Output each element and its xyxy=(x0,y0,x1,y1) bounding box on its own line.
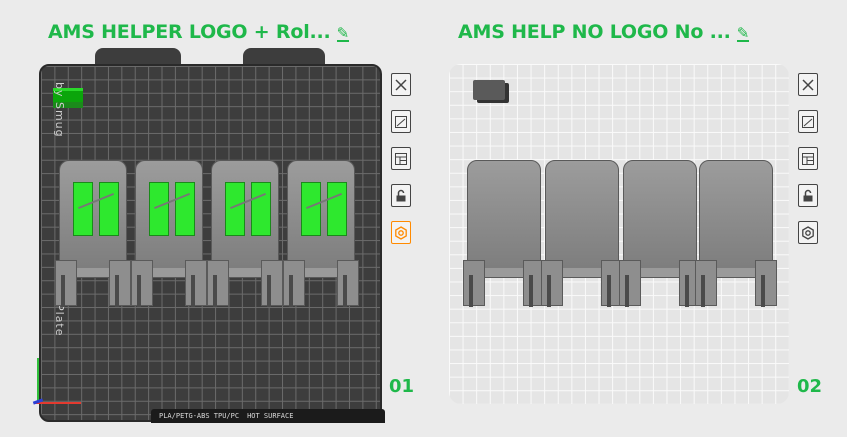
close-icon xyxy=(802,78,814,91)
plate-settings-button[interactable] xyxy=(391,221,411,244)
close-button[interactable] xyxy=(798,73,818,96)
pencil-icon[interactable]: ✎ xyxy=(336,25,349,42)
logo-window xyxy=(251,182,271,236)
plate-2-toolbar xyxy=(798,73,818,244)
holder-body xyxy=(467,160,541,272)
holder-leg xyxy=(755,260,777,307)
hot-surface-label: HOT SURFACE xyxy=(247,412,294,420)
lock-icon xyxy=(396,189,406,201)
plate-2-title-text: AMS HELP NO LOGO No ... xyxy=(458,21,731,43)
logo-window xyxy=(301,182,321,236)
logo-window xyxy=(73,182,93,236)
holder-body xyxy=(545,160,619,272)
arrange-button[interactable] xyxy=(798,147,818,170)
logo-window xyxy=(225,182,245,236)
lock-icon xyxy=(803,189,813,201)
holder-leg xyxy=(337,260,359,307)
logo-window xyxy=(327,182,347,236)
close-button[interactable] xyxy=(391,73,411,96)
holder-leg xyxy=(695,260,717,307)
pencil-icon[interactable]: ✎ xyxy=(736,25,749,42)
logo-window xyxy=(149,182,169,236)
holder-leg xyxy=(207,260,229,307)
lock-button[interactable] xyxy=(391,184,411,207)
plate-2-title: AMS HELP NO LOGO No ... ✎ xyxy=(458,19,749,45)
holder-leg xyxy=(541,260,563,307)
holder-legs xyxy=(695,260,777,307)
auto-orient-icon xyxy=(395,115,407,128)
holder-legs xyxy=(463,260,545,307)
holder-leg xyxy=(619,260,641,307)
holder-leg xyxy=(131,260,153,307)
arrange-icon xyxy=(395,152,407,165)
settings-hex-icon xyxy=(802,225,814,240)
arrange-icon xyxy=(802,152,814,165)
holder-body xyxy=(623,160,697,272)
holder-legs xyxy=(131,260,207,307)
settings-hex-icon xyxy=(395,225,407,240)
auto-orient-button[interactable] xyxy=(798,110,818,133)
plate-1-vertical-text-bottom: Plate xyxy=(53,304,66,337)
holder-leg xyxy=(283,260,305,307)
plate-1-title: AMS HELPER LOGO + Rol... ✎ xyxy=(48,19,349,45)
holder-leg xyxy=(55,260,77,307)
lock-button[interactable] xyxy=(798,184,818,207)
x-axis-indicator xyxy=(35,402,81,404)
auto-orient-button[interactable] xyxy=(391,110,411,133)
plate-1-tab-right xyxy=(243,48,325,64)
plate-1-bottom-strip: PLA/PETG-ABS TPU/PC HOT SURFACE xyxy=(151,409,385,423)
holder-legs xyxy=(55,260,131,307)
logo-window xyxy=(99,182,119,236)
holder-leg xyxy=(109,260,131,307)
holder-legs xyxy=(619,260,701,307)
plate-settings-button[interactable] xyxy=(798,221,818,244)
logo-window xyxy=(175,182,195,236)
holder-leg xyxy=(463,260,485,307)
plate-1-title-text: AMS HELPER LOGO + Rol... xyxy=(48,21,331,43)
arrange-button[interactable] xyxy=(391,147,411,170)
plate-1-tab-left xyxy=(95,48,181,64)
auto-orient-icon xyxy=(802,115,814,128)
y-axis-indicator xyxy=(37,358,39,404)
holder-leg xyxy=(185,260,207,307)
plate-2-grey-object[interactable] xyxy=(473,80,505,100)
holder-legs xyxy=(283,260,359,307)
plate-1-number: 01 xyxy=(389,376,415,397)
plate-2-bed[interactable] xyxy=(449,64,789,404)
plate-1-vertical-text-top: by Smug xyxy=(53,82,66,138)
holder-legs xyxy=(541,260,623,307)
plate-type-label: PLA/PETG-ABS TPU/PC xyxy=(159,412,240,420)
plate-1-toolbar xyxy=(391,73,411,244)
close-icon xyxy=(395,78,407,91)
holder-body xyxy=(699,160,773,272)
plate-1-bed[interactable]: by Smug Plate PLA/PETG-ABS TPU/PC HOT SU… xyxy=(32,48,388,427)
holder-leg xyxy=(261,260,283,307)
plate-2-number: 02 xyxy=(797,376,823,397)
holder-legs xyxy=(207,260,283,307)
